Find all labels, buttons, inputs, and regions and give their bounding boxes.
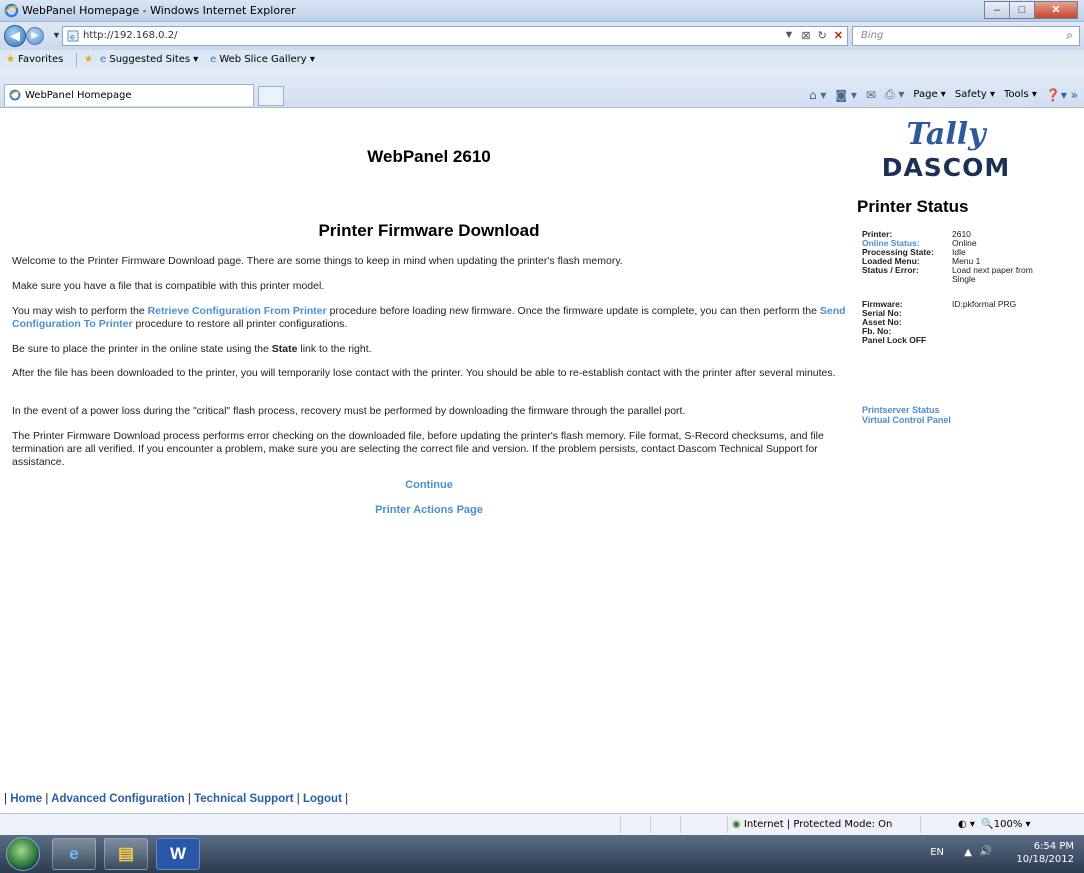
advanced-configuration-link[interactable]: Advanced Configuration [51,793,185,805]
url-text[interactable]: http://192.168.0.2/ [83,30,177,41]
search-placeholder: Bing [861,30,884,41]
language-indicator[interactable]: EN [930,847,944,858]
explorer-taskbar-icon[interactable]: ▤ [104,838,148,870]
favorites-label: Favorites [18,54,64,65]
technical-support-link[interactable]: Technical Support [194,793,293,805]
favorites-bar: ★ Favorites ★ e Suggested Sites ▾ e Web … [0,50,1084,70]
ie-taskbar-icon[interactable]: e [52,838,96,870]
printserver-status-link[interactable]: Printserver Status [862,405,940,415]
page-title: WebPanel 2610 [367,147,491,166]
compatibility-view-icon[interactable]: ⊠ [801,29,810,42]
command-bar: ⌂ ▾ ◙ ▾ ✉ ⎙ ▾ Page ▾ Safety ▾ Tools ▾ ❓▾… [809,87,1078,102]
new-tab-button[interactable] [258,86,284,106]
start-button[interactable] [6,837,40,871]
power-loss-paragraph: In the event of a power loss during the … [12,405,686,417]
stop-icon[interactable]: ✕ [834,29,843,42]
tab-webpanel-homepage[interactable]: WebPanel Homepage [4,84,254,106]
forward-icon[interactable]: ▶ [26,27,44,45]
minimize-button[interactable]: – [984,1,1010,19]
taskbar: e ▤ W EN ▲ 🔊 6:54 PM 10/18/2012 [0,835,1084,873]
window-title: WebPanel Homepage - Windows Internet Exp… [22,4,296,17]
contact-paragraph: After the file has been downloaded to th… [12,367,836,379]
intro-paragraph: Welcome to the Printer Firmware Download… [12,255,623,267]
show-hidden-icons[interactable]: ▲ [964,847,972,858]
continue-link[interactable]: Continue [12,479,846,491]
svg-text:e: e [70,33,75,42]
ie-icon [9,89,21,101]
maximize-button[interactable]: □ [1009,1,1035,19]
home-link[interactable]: Home [10,793,42,805]
section-heading: Printer Firmware Download [318,221,540,240]
star-icon: ★ [6,54,15,65]
address-dropdown-icon[interactable]: ▼ [783,29,794,42]
footer-nav: | Home | Advanced Configuration | Techni… [4,793,349,805]
zoom-level[interactable]: ◐ ▾ 🔍100% ▾ [958,819,1031,830]
search-icon[interactable]: ⌕ [1066,28,1073,43]
system-tray: EN ▲ 🔊 6:54 PM 10/18/2012 [874,840,1074,868]
printer-actions-link[interactable]: Printer Actions Page [12,504,846,516]
security-zone[interactable]: ◉ Internet | Protected Mode: On [732,819,892,830]
tally-dascom-logo: Tally DASCOM [881,117,1011,182]
tab-row: WebPanel Homepage ⌂ ▾ ◙ ▾ ✉ ⎙ ▾ Page ▾ S… [0,70,1084,108]
navigation-bar: ◀ ▶ ▼ e http://192.168.0.2/ ▼ ⊠ ↻ ✕ Bing… [0,22,1084,50]
window-title-bar[interactable]: WebPanel Homepage - Windows Internet Exp… [0,0,1084,22]
feeds-icon[interactable]: ◙ ▾ [835,88,856,102]
tools-menu[interactable]: Tools ▾ [1004,89,1037,100]
printer-status-title: Printer Status [857,197,969,216]
close-button[interactable]: ✕ [1034,1,1078,19]
add-favorite-icon[interactable]: ★ [84,54,93,65]
page-content: WebPanel 2610 Printer Firmware Download … [0,109,1084,813]
print-icon[interactable]: ⎙ ▾ [885,87,904,102]
web-slice-gallery-link[interactable]: e Web Slice Gallery ▾ [210,54,315,65]
help-icon[interactable]: ❓▾ » [1046,88,1078,102]
status-bar: ◉ Internet | Protected Mode: On ◐ ▾ 🔍100… [0,813,1084,835]
refresh-icon[interactable]: ↻ [818,29,827,42]
configuration-paragraph: You may wish to perform the Retrieve Con… [12,305,846,330]
address-bar[interactable]: e http://192.168.0.2/ ▼ ⊠ ↻ ✕ [62,26,848,46]
search-box[interactable]: Bing ⌕ [852,26,1080,46]
safety-menu[interactable]: Safety ▾ [955,89,995,100]
history-dropdown-icon[interactable]: ▼ [52,30,61,40]
state-link[interactable]: State [272,343,298,355]
page-menu[interactable]: Page ▾ [913,89,945,100]
ie-icon [4,3,19,18]
logout-link[interactable]: Logout [303,793,342,805]
virtual-control-panel-link[interactable]: Virtual Control Panel [862,415,951,425]
suggested-sites-link[interactable]: e Suggested Sites ▾ [100,54,198,65]
mail-icon[interactable]: ✉ [866,88,876,102]
back-icon[interactable]: ◀ [4,25,26,47]
error-check-paragraph: The Printer Firmware Download process pe… [12,430,824,468]
word-taskbar-icon[interactable]: W [156,838,200,870]
online-state-paragraph: Be sure to place the printer in the onli… [12,343,372,355]
compatibility-paragraph: Make sure you have a file that is compat… [12,280,325,292]
home-icon[interactable]: ⌂ ▾ [809,88,826,102]
tab-label: WebPanel Homepage [25,90,132,101]
clock[interactable]: 6:54 PM 10/18/2012 [1014,840,1074,866]
globe-icon: ◉ [732,819,741,830]
volume-icon[interactable]: 🔊 [980,846,992,857]
favorites-button[interactable]: ★ Favorites [6,54,63,65]
page-icon: e [67,30,79,42]
retrieve-configuration-link[interactable]: Retrieve Configuration From Printer [148,305,327,317]
